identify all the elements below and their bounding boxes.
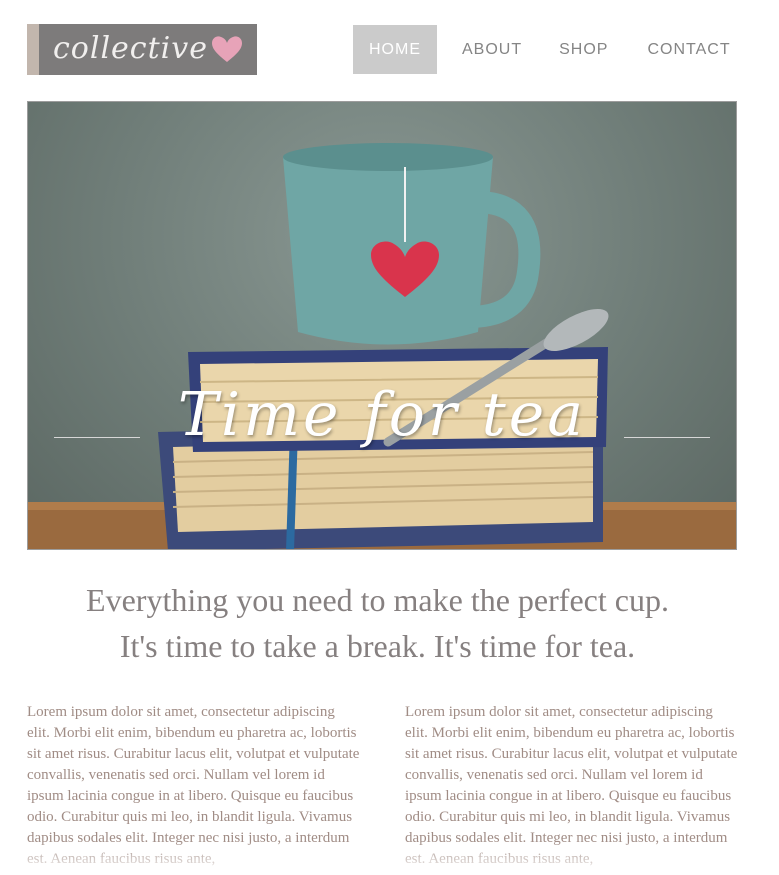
hero-image: Time for tea bbox=[27, 101, 737, 550]
tagline: Everything you need to make the perfect … bbox=[0, 577, 755, 669]
nav-contact[interactable]: CONTACT bbox=[631, 25, 746, 74]
main-nav: HOME ABOUT SHOP CONTACT bbox=[353, 25, 747, 74]
tagline-line-1: Everything you need to make the perfect … bbox=[86, 582, 669, 618]
tea-cup-books-illustration bbox=[28, 143, 736, 549]
heart-icon bbox=[212, 36, 242, 62]
bottom-fade bbox=[0, 840, 779, 875]
logo-text: collectivе bbox=[53, 31, 208, 66]
nav-about[interactable]: ABOUT bbox=[446, 25, 538, 74]
nav-home[interactable]: HOME bbox=[353, 25, 437, 74]
tagline-line-2: It's time to take a break. It's time for… bbox=[119, 628, 636, 664]
nav-shop[interactable]: SHOP bbox=[543, 25, 624, 74]
logo-accent-bar bbox=[27, 24, 39, 75]
hero-title: Time for tea bbox=[177, 380, 587, 450]
logo[interactable]: collectivе bbox=[27, 24, 257, 75]
